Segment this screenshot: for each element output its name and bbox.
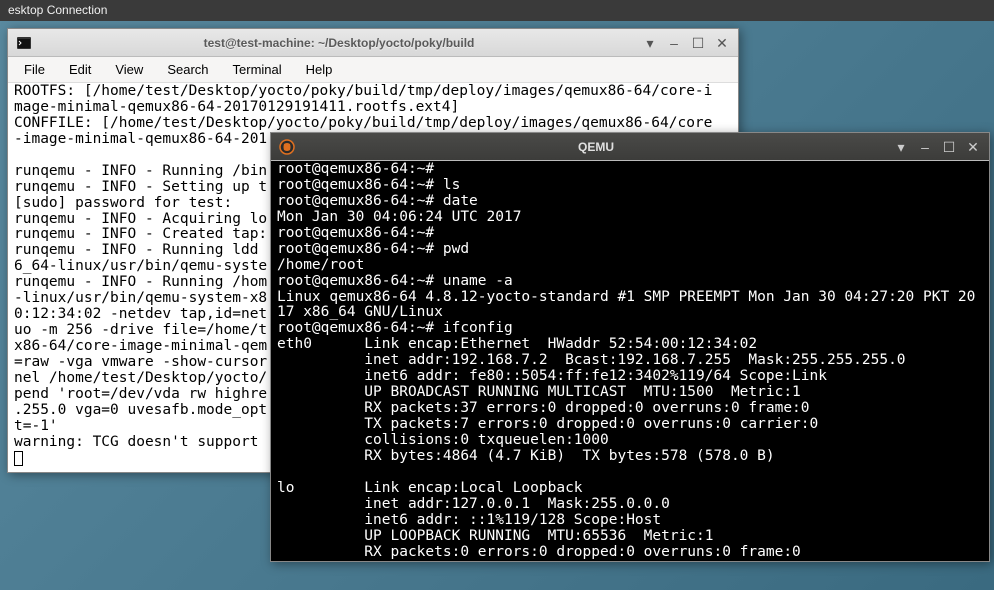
qemu-window[interactable]: QEMU ▾ – ☐ ✕ root@qemux86-64:~# root@qem… [270,132,990,562]
desktop-header-title: esktop Connection [8,3,107,17]
menu-search[interactable]: Search [157,59,218,80]
menu-edit[interactable]: Edit [59,59,101,80]
terminal-title: test@test-machine: ~/Desktop/yocto/poky/… [36,36,642,50]
menu-icon[interactable]: ▾ [642,35,658,51]
minimize-icon[interactable]: – [666,35,682,51]
qemu-content[interactable]: root@qemux86-64:~# root@qemux86-64:~# ls… [271,161,989,561]
qemu-titlebar[interactable]: QEMU ▾ – ☐ ✕ [271,133,989,161]
qemu-window-controls: ▾ – ☐ ✕ [893,139,981,155]
qemu-close-icon[interactable]: ✕ [965,139,981,155]
desktop-header: esktop Connection [0,0,994,21]
window-controls: ▾ – ☐ ✕ [642,35,730,51]
qemu-menu-icon[interactable]: ▾ [893,139,909,155]
menu-file[interactable]: File [14,59,55,80]
terminal-cursor [14,451,23,466]
close-icon[interactable]: ✕ [714,35,730,51]
qemu-title: QEMU [299,140,893,154]
menu-view[interactable]: View [105,59,153,80]
terminal-menubar: File Edit View Search Terminal Help [8,57,738,83]
qemu-maximize-icon[interactable]: ☐ [941,139,957,155]
menu-help[interactable]: Help [296,59,343,80]
menu-terminal[interactable]: Terminal [223,59,292,80]
maximize-icon[interactable]: ☐ [690,35,706,51]
terminal-titlebar[interactable]: test@test-machine: ~/Desktop/yocto/poky/… [8,29,738,57]
qemu-icon [279,139,295,155]
terminal-icon [16,35,32,51]
qemu-minimize-icon[interactable]: – [917,139,933,155]
